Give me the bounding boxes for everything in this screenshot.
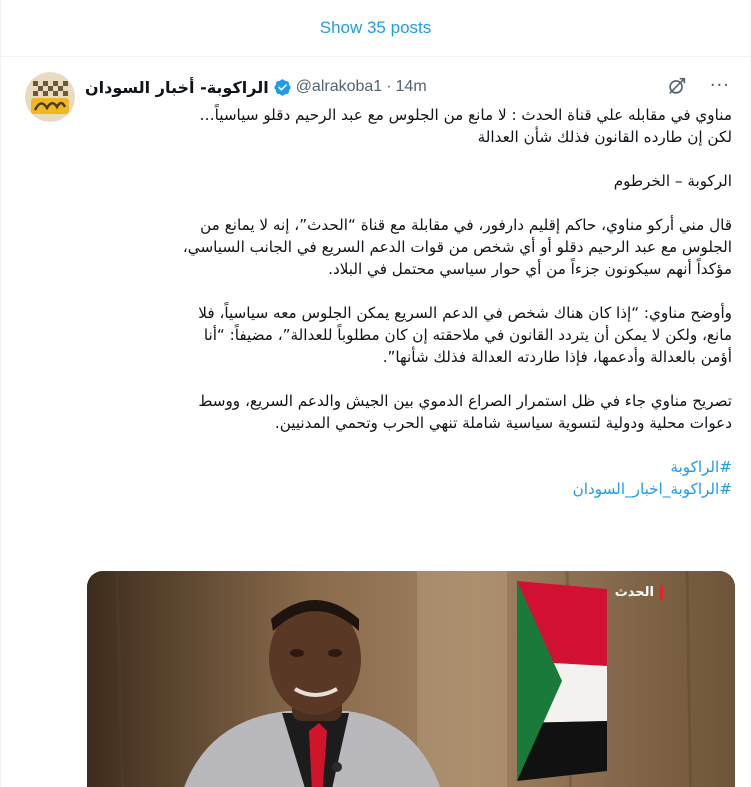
author-display-name[interactable]: الراكوبة- أخبار السودان <box>85 78 269 97</box>
paragraph-line: تصريح مناوي جاء في ظل استمرار الصراع الد… <box>198 392 732 410</box>
separator-dot: · <box>386 78 392 95</box>
paragraph-line: دعوات محلية ودولية لتسوية سياسية شاملة ت… <box>274 414 732 432</box>
paragraph-line: أؤمن بالعدالة وأدعمها، فإذا طاردته العدا… <box>382 348 732 366</box>
author-handle[interactable]: @alrakoba1 <box>296 78 383 96</box>
interview-photo <box>87 571 735 787</box>
author-line: الراكوبة- أخبار السودان @alrakoba1 · 14m <box>85 78 427 97</box>
paragraph-line: قال مني أركو مناوي، حاكم إقليم دارفور، ف… <box>200 216 732 234</box>
tweet-header: الراكوبة- أخبار السودان @alrakoba1 · 14m… <box>85 75 730 99</box>
more-options-button[interactable]: ··· <box>710 75 730 96</box>
paragraph-line: وأوضح مناوي: “إذا كان هناك شخص في الدعم … <box>198 304 732 322</box>
alrakoba-logo-avatar <box>25 72 75 122</box>
channel-watermark: الحدث <box>615 585 663 600</box>
mute-icon[interactable] <box>666 75 688 97</box>
dateline: الركوبة – الخرطوم <box>613 172 732 190</box>
paragraph-line: مانع، ولكن لا يمكن أن يتردد القانون في م… <box>203 326 732 344</box>
paragraph-line: الجلوس مع عبد الرحيم دقلو أو أي شخص من ق… <box>182 238 732 256</box>
headline-line: لكن إن طارده القانون فذلك شأن العدالة <box>477 128 732 146</box>
paragraph-line: مؤكداً أنهم سيكونون جزءاً من أي حوار سيا… <box>328 260 732 278</box>
post-timestamp[interactable]: 14m <box>396 78 427 96</box>
verified-badge-icon <box>274 78 291 96</box>
tweet-media-image[interactable]: الحدث <box>87 571 735 787</box>
show-new-posts-button[interactable]: Show 35 posts <box>1 0 750 57</box>
hashtag-link[interactable]: #الراكوبة <box>97 456 732 478</box>
timeline-column: Show 35 posts الراكوبة- أخبار السودان @a… <box>0 0 751 787</box>
sudan-flag-icon <box>517 581 607 781</box>
author-avatar[interactable] <box>25 72 75 122</box>
tweet-text: مناوي في مقابله علي قناة الحدث : لا مانع… <box>97 104 732 500</box>
hashtag-link[interactable]: #الراكوبة_اخبار_السودان <box>97 478 732 500</box>
headline-line: مناوي في مقابله علي قناة الحدث : لا مانع… <box>199 106 732 124</box>
